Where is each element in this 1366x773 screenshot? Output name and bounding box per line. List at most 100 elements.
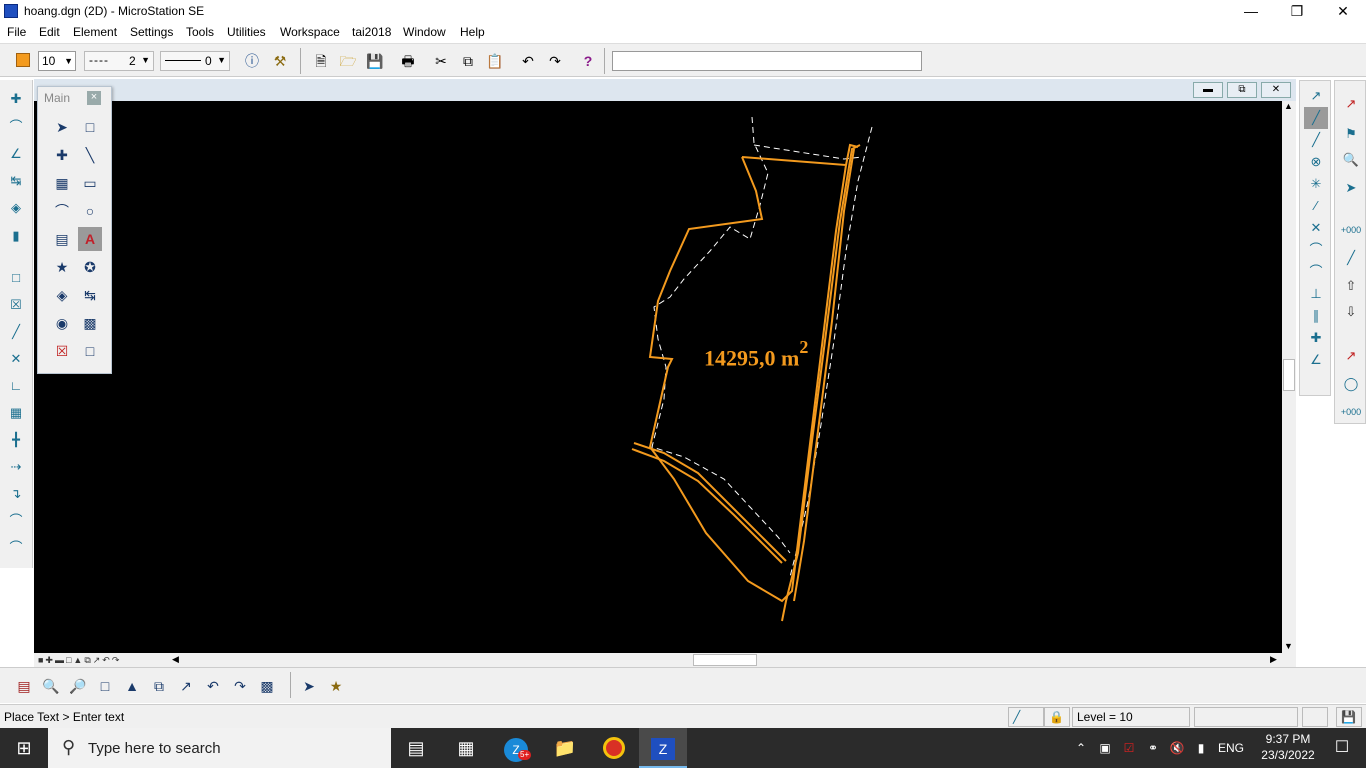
arc-tool-icon[interactable]: ⌒ [5, 116, 27, 138]
rotate-view-icon[interactable]: ⧉ [147, 675, 171, 697]
menu-utilities[interactable]: Utilities [227, 25, 266, 39]
trim-icon[interactable]: ↴ [5, 483, 27, 505]
close-button[interactable]: ✕ [1320, 0, 1366, 22]
pan-view-icon[interactable]: ↗ [174, 675, 198, 697]
attribute-tool-icon[interactable]: ⚒ [268, 50, 292, 72]
key-in-field[interactable] [612, 51, 922, 71]
view-restore-button[interactable]: ⧉ [1227, 82, 1257, 98]
chrome-icon[interactable] [590, 728, 638, 768]
help-icon[interactable]: ? [576, 50, 600, 72]
window-area-icon[interactable]: □ [93, 675, 117, 697]
coordinate-readout-icon[interactable]: +000 [1339, 219, 1363, 241]
task-view-icon[interactable]: ▤ [392, 728, 440, 768]
zoom-out-icon[interactable]: 🔎 [66, 675, 90, 697]
snap-tangent-from-icon[interactable]: ⌒ [1304, 261, 1328, 283]
snap-through-point-icon[interactable]: ✚ [1304, 327, 1328, 349]
select-arrow-icon[interactable]: ➤ [297, 675, 321, 697]
arc-icon[interactable]: ⌒ [50, 199, 74, 223]
notification-center-icon[interactable]: ☐ [1322, 728, 1362, 768]
delete-icon[interactable]: ☒ [50, 339, 74, 363]
hatch-icon[interactable]: ▦ [50, 171, 74, 195]
pointer-dim-icon[interactable]: ➤ [1339, 177, 1363, 199]
snap-point-on-icon[interactable]: ∠ [1304, 349, 1328, 371]
group-icon[interactable]: ▩ [78, 311, 102, 335]
snap-point-icon[interactable]: ✪ [78, 255, 102, 279]
snap-mode-icon[interactable]: ╱ [1008, 707, 1044, 727]
drop-element-icon[interactable]: □ [78, 339, 102, 363]
antivirus-icon[interactable]: ☑ [1118, 728, 1140, 768]
arrow-up-icon[interactable]: ⇧ [1339, 275, 1363, 297]
language-indicator[interactable]: ENG [1214, 728, 1248, 768]
dimension-icon[interactable]: ↹ [5, 170, 27, 192]
copy-icon[interactable]: ⧉ [456, 50, 480, 72]
scroll-up-icon[interactable]: ▲ [1284, 101, 1293, 111]
save-status-icon[interactable]: 💾 [1336, 707, 1362, 727]
microstation-taskbar-icon[interactable]: Z [639, 728, 687, 768]
modify-tool-icon[interactable]: ∠ [5, 143, 27, 165]
snap-bisector-icon[interactable]: ∕ [1304, 195, 1328, 217]
delete-element-icon[interactable]: ☒ [5, 294, 27, 316]
scroll-left-icon[interactable]: ◀ [172, 654, 179, 665]
cell-place-icon[interactable]: ◈ [50, 283, 74, 307]
level-combo[interactable]: 10 ▼ [38, 51, 76, 71]
corner-tool-icon[interactable]: ⌒ [5, 537, 27, 559]
grid-tool-icon[interactable]: ▦ [5, 402, 27, 424]
menu-help[interactable]: Help [460, 25, 485, 39]
menu-settings[interactable]: Settings [130, 25, 173, 39]
snap-nearest-icon[interactable]: ↗ [1304, 85, 1328, 107]
active-color-swatch[interactable] [16, 53, 30, 67]
zoom-icon[interactable]: 🔍 [1339, 149, 1363, 171]
scroll-right-icon[interactable]: ▶ [1270, 654, 1277, 665]
curve-tool-icon[interactable]: ⌒ [5, 510, 27, 532]
drawing-canvas[interactable]: 14295,0 m2 [34, 101, 1282, 653]
show-hidden-icons[interactable]: ⌃ [1070, 728, 1092, 768]
minimize-button[interactable]: — [1228, 0, 1274, 22]
open-folder-icon[interactable]: 🗁 [336, 50, 360, 72]
place-line-icon[interactable]: ╲ [78, 143, 102, 167]
lock-icon[interactable]: 🔒 [1044, 707, 1070, 727]
view-controls[interactable]: ■✚▬□▲⧉↗↶↷ [38, 653, 172, 667]
line-style-combo[interactable]: ---- 2 ▼ [84, 51, 154, 71]
diagonal-line-icon[interactable]: ╱ [1339, 247, 1363, 269]
element-selection-icon[interactable]: ✚ [5, 88, 27, 110]
menu-window[interactable]: Window [403, 25, 446, 39]
snap-tangent-icon[interactable]: ⌒ [1304, 239, 1328, 261]
paste-icon[interactable]: 📋 [483, 50, 507, 72]
snap-parallel-icon[interactable]: ∥ [1304, 305, 1328, 327]
menu-file[interactable]: File [7, 25, 26, 39]
view-next-icon[interactable]: ↷ [228, 675, 252, 697]
cell-icon[interactable]: ◈ [5, 197, 27, 219]
taskbar-search-box[interactable]: ⚲ Type here to search [48, 728, 391, 768]
snap-midpoint-icon[interactable]: ╱ [1304, 129, 1328, 151]
node-icon[interactable]: ◯ [1339, 373, 1363, 395]
menu-tai2018[interactable]: tai2018 [352, 25, 391, 39]
zoom-in-icon[interactable]: 🔍 [39, 675, 63, 697]
horizontal-scroll-thumb[interactable] [693, 654, 757, 666]
menu-tools[interactable]: Tools [186, 25, 214, 39]
circle-icon[interactable]: ○ [78, 199, 102, 223]
label-line-icon[interactable]: ↗ [1339, 345, 1363, 367]
menu-edit[interactable]: Edit [39, 25, 60, 39]
place-text-icon[interactable]: A [78, 227, 102, 251]
menu-workspace[interactable]: Workspace [280, 25, 340, 39]
extend-icon[interactable]: ⇢ [5, 456, 27, 478]
camera-icon[interactable]: ▣ [1094, 728, 1116, 768]
undo-icon[interactable]: ↶ [516, 50, 540, 72]
wifi-icon[interactable]: ⚭ [1142, 728, 1164, 768]
view-previous-icon[interactable]: ↶ [201, 675, 225, 697]
taskbar-clock[interactable]: 9:37 PM 23/3/2022 [1254, 731, 1322, 763]
rectangle-icon[interactable]: ▭ [78, 171, 102, 195]
menu-element[interactable]: Element [73, 25, 117, 39]
fit-view-icon[interactable]: □ [5, 267, 27, 289]
palette-close-button[interactable]: × [87, 91, 101, 105]
point-tool-icon[interactable]: ✚ [50, 143, 74, 167]
fence-icon[interactable]: □ [78, 115, 102, 139]
vertical-scrollbar[interactable]: ▲ ▼ [1282, 101, 1296, 653]
select-element-icon[interactable]: ➤ [50, 115, 74, 139]
maximize-button[interactable]: ❐ [1274, 0, 1320, 22]
volume-muted-icon[interactable]: 🔇 [1166, 728, 1188, 768]
view-minimize-button[interactable]: ▬ [1193, 82, 1223, 98]
info-icon[interactable]: ⓘ [240, 50, 264, 72]
dimension-tool-icon[interactable]: ↹ [78, 283, 102, 307]
copy-view-icon[interactable]: ▩ [255, 675, 279, 697]
